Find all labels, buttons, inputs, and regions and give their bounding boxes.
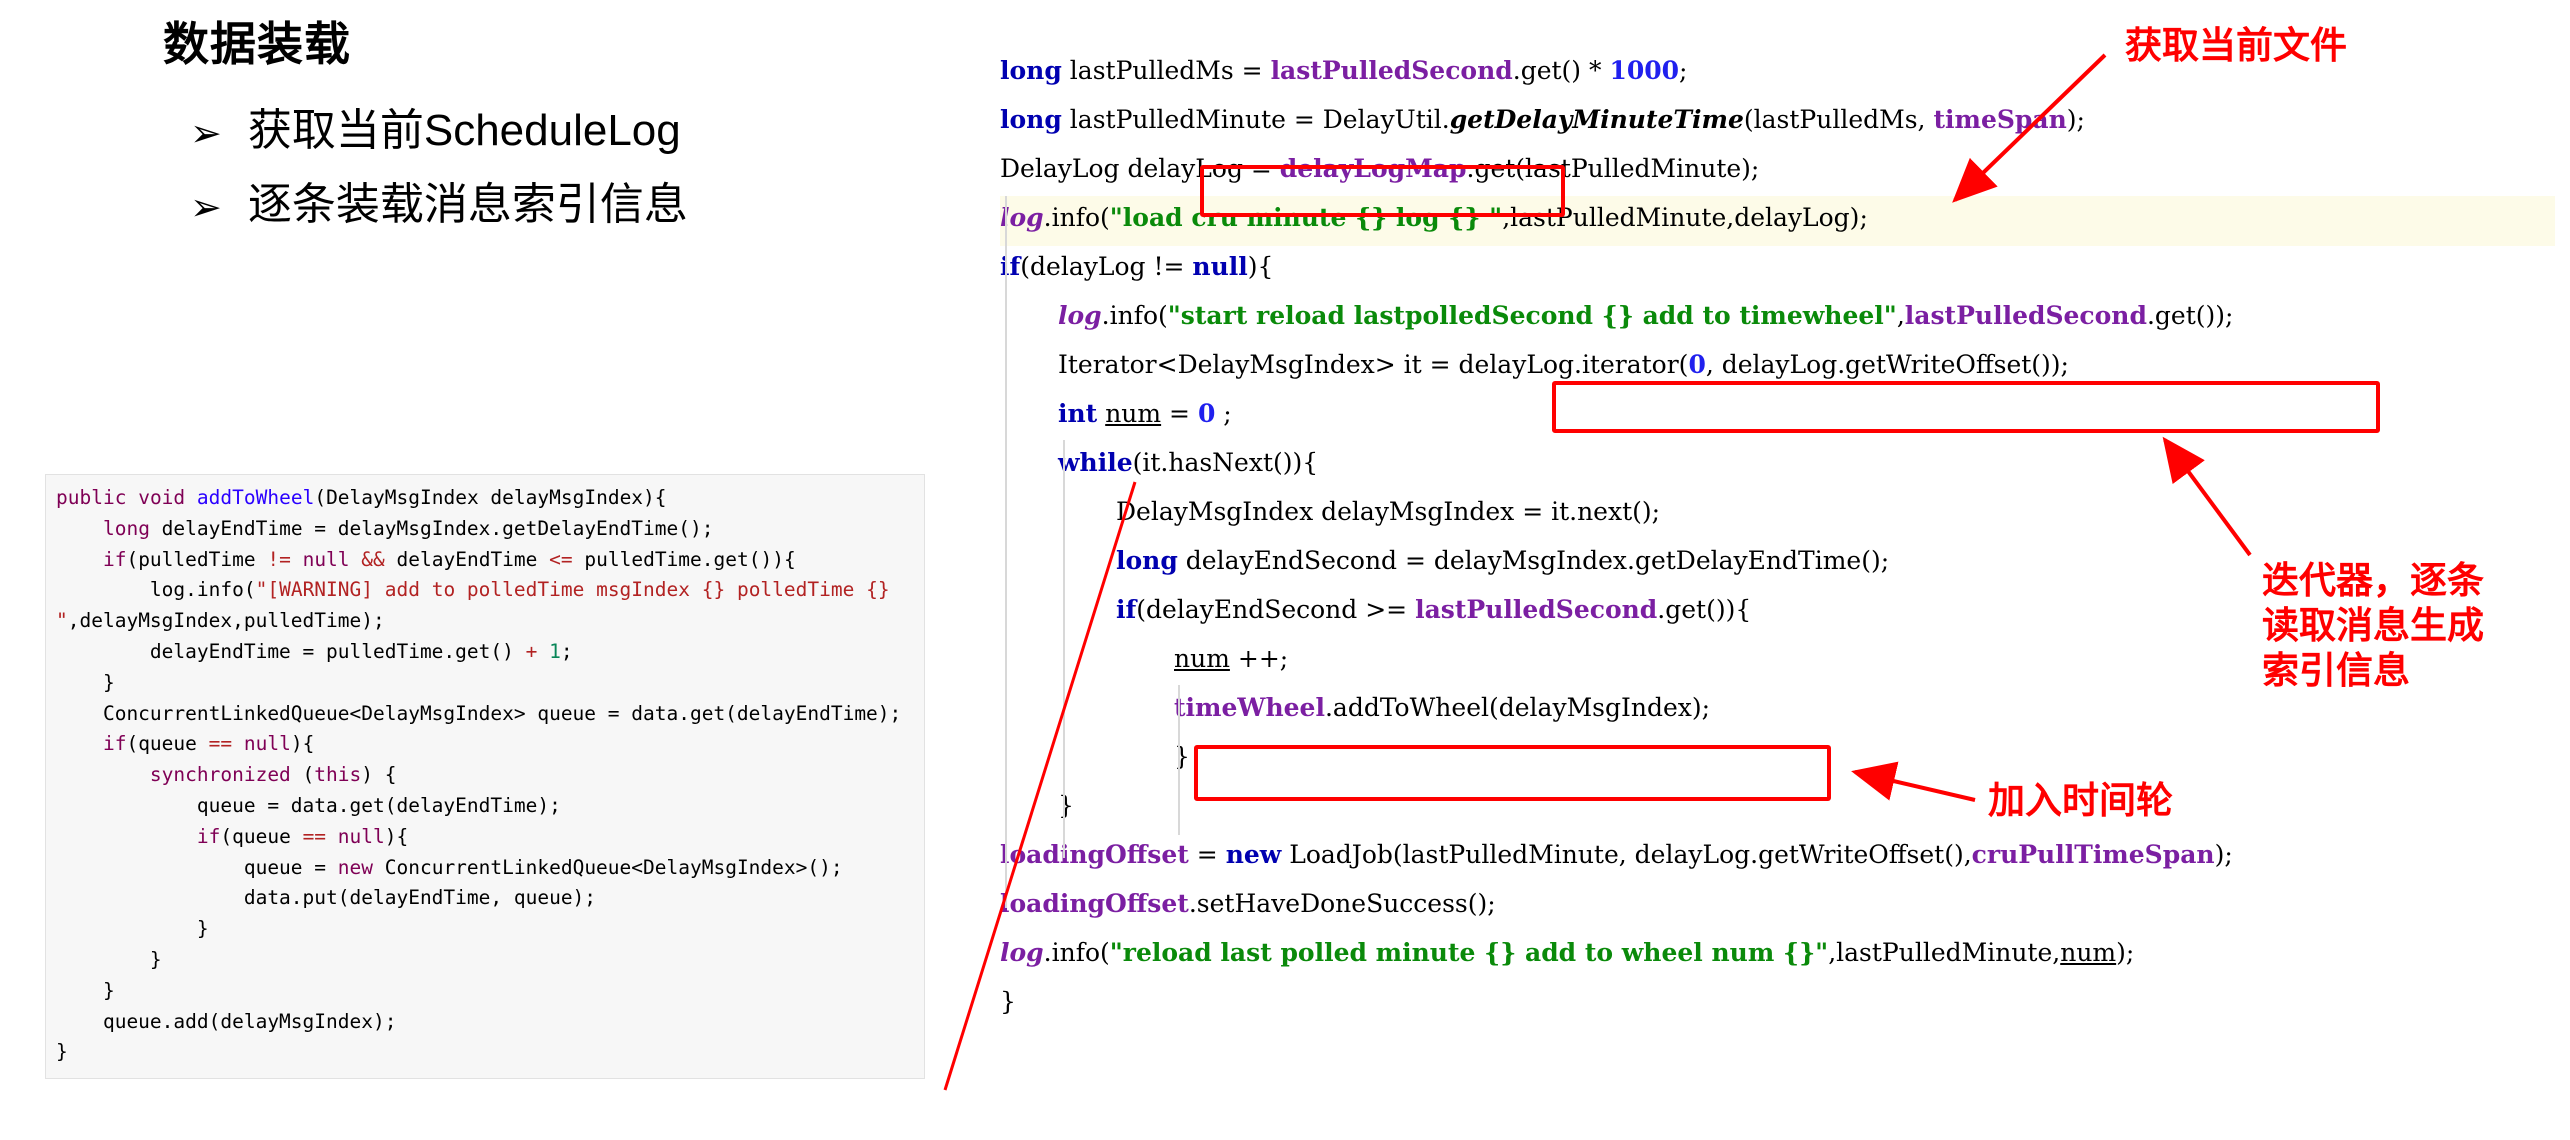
code-line: } (1000, 781, 2560, 830)
code-line: queue = new ConcurrentLinkedQueue<DelayM… (56, 853, 914, 884)
code-line: DelayMsgIndex delayMsgIndex = it.next(); (1000, 487, 2560, 536)
code-line: ",delayMsgIndex,pulledTime); (56, 606, 914, 637)
arrow-bullet-icon: ➢ (190, 114, 222, 152)
code-line: queue.add(delayMsgIndex); (56, 1007, 914, 1038)
code-line: loadingOffset = new LoadJob(lastPulledMi… (1000, 830, 2560, 879)
code-guide-rail (1063, 440, 1065, 858)
left-code-block: public void addToWheel(DelayMsgIndex del… (45, 474, 925, 1079)
code-line: log.info("reload last polled minute {} a… (1000, 928, 2560, 977)
code-line: } (56, 945, 914, 976)
code-line: } (56, 668, 914, 699)
code-line: loadingOffset.setHaveDoneSuccess(); (1000, 879, 2560, 928)
code-line: queue = data.get(delayEndTime); (56, 791, 914, 822)
code-line: } (1000, 977, 2560, 1026)
code-line: Iterator<DelayMsgIndex> it = delayLog.it… (1000, 340, 2560, 389)
bullet-list: ➢ 获取当前ScheduleLog ➢ 逐条装载消息索引信息 (190, 108, 950, 256)
code-guide-rail (1005, 196, 1007, 908)
arrow-bullet-icon: ➢ (190, 188, 222, 226)
slide-root: 数据装载 ➢ 获取当前ScheduleLog ➢ 逐条装载消息索引信息 publ… (0, 0, 2570, 1140)
annotation-iterator-read: 迭代器，逐条 读取消息生成 索引信息 (2262, 558, 2484, 693)
code-line: long lastPulledMinute = DelayUtil.getDel… (1000, 95, 2560, 144)
bullet-label: 逐条装载消息索引信息 (248, 182, 688, 228)
list-item: ➢ 获取当前ScheduleLog (190, 108, 950, 154)
code-line: while(it.hasNext()){ (1000, 438, 2560, 487)
code-line: } (56, 914, 914, 945)
code-line: delayEndTime = pulledTime.get() + 1; (56, 637, 914, 668)
code-line: } (56, 976, 914, 1007)
code-line: long delayEndTime = delayMsgIndex.getDel… (56, 514, 914, 545)
code-line: log.info("load cru minute {} log {} ",la… (1000, 193, 2560, 242)
code-line: log.info("start reload lastpolledSecond … (1000, 291, 2560, 340)
annotation-get-current-file: 获取当前文件 (2125, 23, 2347, 68)
annotation-add-to-timewheel: 加入时间轮 (1988, 778, 2173, 823)
code-line: int num = 0 ; (1000, 389, 2560, 438)
code-line: if(pulledTime != null && delayEndTime <=… (56, 545, 914, 576)
code-line: } (1000, 732, 2560, 781)
code-line: } (56, 1037, 914, 1068)
code-line: data.put(delayEndTime, queue); (56, 883, 914, 914)
code-line: if(queue == null){ (56, 822, 914, 853)
code-guide-rail (1178, 685, 1180, 835)
code-line: if(delayLog != null){ (1000, 242, 2560, 291)
code-line: ConcurrentLinkedQueue<DelayMsgIndex> que… (56, 699, 914, 730)
code-line: DelayLog delayLog = delayLogMap.get(last… (1000, 144, 2560, 193)
code-line: if(queue == null){ (56, 729, 914, 760)
right-code-block: long lastPulledMs = lastPulledSecond.get… (1000, 46, 2560, 1026)
list-item: ➢ 逐条装载消息索引信息 (190, 182, 950, 228)
code-line: log.info("[WARNING] add to polledTime ms… (56, 575, 914, 606)
page-title: 数据装载 (163, 8, 351, 74)
code-line: public void addToWheel(DelayMsgIndex del… (56, 483, 914, 514)
bullet-label: 获取当前ScheduleLog (248, 108, 681, 154)
code-line: synchronized (this) { (56, 760, 914, 791)
